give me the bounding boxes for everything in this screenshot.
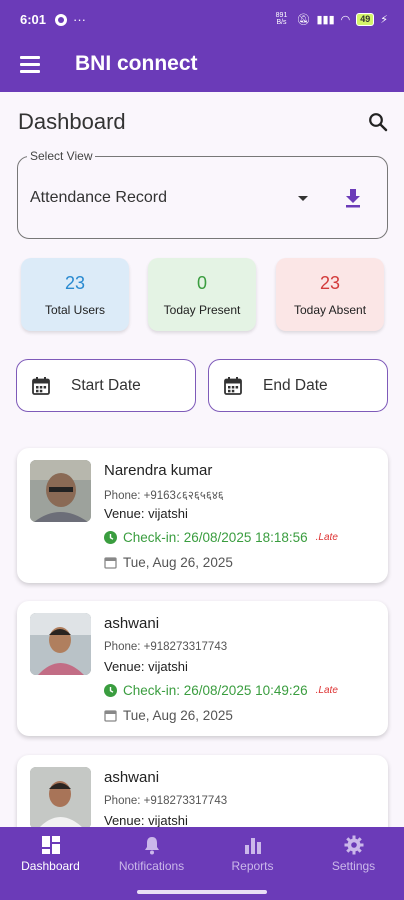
- checkin-time: Check-in: 26/08/2025 18:18:56: [123, 530, 308, 545]
- attendance-card[interactable]: ashwani Phone: +918273317743 Venue: vija…: [17, 601, 388, 736]
- stat-today-absent: 23 Today Absent: [276, 258, 384, 331]
- download-icon[interactable]: [344, 187, 362, 209]
- member-name: Narendra kumar: [104, 462, 213, 479]
- nav-label: Reports: [231, 859, 274, 873]
- dashboard-icon: [41, 836, 60, 854]
- nav-reports[interactable]: Reports: [202, 827, 303, 887]
- page-title: Dashboard: [18, 109, 126, 134]
- member-phone: Phone: +918273317743: [104, 795, 228, 807]
- mute-icon: 🔕︎: [296, 13, 311, 26]
- stat-label: Total Users: [44, 303, 106, 317]
- notification-app-icon: [55, 13, 67, 26]
- member-phone: Phone: +918273317743: [104, 641, 228, 653]
- member-venue: Venue: vijatshi: [104, 813, 188, 828]
- stat-value: 0: [196, 273, 207, 293]
- nav-label: Settings: [331, 859, 376, 873]
- bell-icon: [144, 837, 159, 855]
- nav-dashboard[interactable]: Dashboard: [0, 827, 101, 887]
- search-icon[interactable]: [368, 112, 388, 132]
- stat-total-users: 23 Total Users: [21, 258, 129, 331]
- status-left-icons: ···: [55, 12, 86, 27]
- nav-notifications[interactable]: Notifications: [101, 827, 202, 887]
- checkin-row: Check-in: 26/08/2025 18:18:56 .Late: [104, 530, 338, 545]
- wifi-icon: ◠: [340, 13, 351, 26]
- gear-icon: [344, 835, 363, 855]
- menu-icon[interactable]: [20, 56, 40, 73]
- select-view-value: Attendance Record: [30, 189, 167, 206]
- nav-label: Dashboard: [21, 859, 80, 873]
- date-row: Tue, Aug 26, 2025: [104, 555, 233, 570]
- stat-value: 23: [64, 273, 86, 293]
- status-right-icons: 891 B/s 🔕︎ ▮▮▮ ◠ 49 ⚡︎: [273, 12, 388, 26]
- gesture-bar: [0, 887, 404, 900]
- home-indicator[interactable]: [137, 890, 267, 894]
- dropdown-caret-icon: [298, 196, 308, 201]
- record-date: Tue, Aug 26, 2025: [123, 555, 233, 570]
- member-name: ashwani: [104, 615, 160, 632]
- member-venue: Venue: vijatshi: [104, 506, 188, 521]
- end-date-label: End Date: [263, 377, 328, 394]
- start-date-button[interactable]: Start Date: [16, 359, 196, 412]
- nav-label: Notifications: [118, 859, 185, 873]
- status-time: 6:01: [20, 12, 47, 27]
- nav-settings[interactable]: Settings: [303, 827, 404, 887]
- more-notifications-icon: ···: [73, 12, 86, 27]
- bottom-navigation: Dashboard Notifications Reports Settings: [0, 827, 404, 887]
- record-date: Tue, Aug 26, 2025: [123, 708, 233, 723]
- late-badge: .Late: [315, 532, 338, 543]
- avatar: [30, 767, 91, 829]
- stat-label: Today Absent: [293, 303, 367, 317]
- net-speed: 891 B/s: [275, 12, 288, 26]
- end-date-button[interactable]: End Date: [208, 359, 388, 412]
- app-title: BNI connect: [75, 52, 198, 75]
- attendance-card[interactable]: Narendra kumar Phone: +9163८६२६५६४६ Venu…: [17, 448, 388, 583]
- start-date-label: Start Date: [71, 377, 141, 394]
- select-view-dropdown[interactable]: Select View Attendance Record: [17, 149, 388, 239]
- bar-chart-icon: [244, 838, 261, 854]
- member-venue: Venue: vijatshi: [104, 659, 188, 674]
- date-row: Tue, Aug 26, 2025: [104, 708, 233, 723]
- select-view-label: Select View: [27, 149, 96, 163]
- member-phone: Phone: +9163८६२६५६४६: [104, 490, 224, 502]
- calendar-icon: [104, 710, 117, 722]
- battery-icon: 49: [356, 12, 375, 26]
- clock-icon: [104, 531, 117, 544]
- member-name: ashwani: [104, 769, 160, 786]
- stat-today-present: 0 Today Present: [148, 258, 256, 331]
- checkin-row: Check-in: 26/08/2025 10:49:26 .Late: [104, 683, 338, 698]
- stat-label: Today Present: [163, 303, 241, 317]
- status-bar: 6:01 ··· 891 B/s 🔕︎ ▮▮▮ ◠ 49 ⚡︎: [0, 0, 404, 40]
- calendar-icon: [32, 377, 50, 395]
- stat-value: 23: [319, 273, 341, 293]
- app-bar: BNI connect: [0, 40, 404, 92]
- calendar-icon: [104, 557, 117, 569]
- calendar-icon: [224, 377, 242, 395]
- checkin-time: Check-in: 26/08/2025 10:49:26: [123, 683, 308, 698]
- charging-icon: ⚡︎: [380, 13, 388, 26]
- avatar: [30, 613, 91, 675]
- late-badge: .Late: [315, 685, 338, 696]
- avatar: [30, 460, 91, 522]
- clock-icon: [104, 684, 117, 697]
- signal-icon: ▮▮▮: [316, 13, 335, 26]
